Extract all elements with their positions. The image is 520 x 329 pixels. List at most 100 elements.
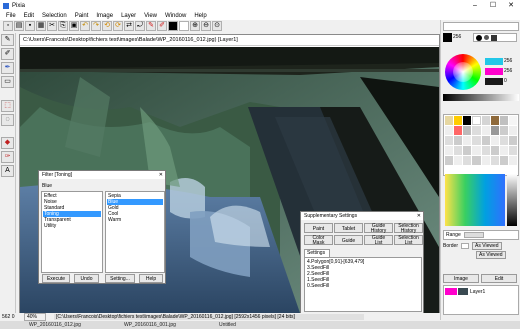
- menu-file[interactable]: File: [2, 13, 20, 19]
- selection-history-button[interactable]: Selection History: [394, 223, 423, 234]
- menu-window[interactable]: Window: [161, 13, 190, 19]
- effect-item[interactable]: Utility: [43, 223, 101, 229]
- undo-icon[interactable]: ↶: [80, 21, 90, 31]
- pen-icon[interactable]: ✎: [1, 34, 14, 46]
- execute-button[interactable]: Execute: [42, 274, 70, 283]
- rotate-icon[interactable]: ⤾: [135, 21, 145, 31]
- zoom-in-icon[interactable]: ⊕: [190, 21, 200, 31]
- range-row: Range: [443, 230, 519, 240]
- layer-thumbnail: [458, 288, 468, 295]
- airbrush-icon[interactable]: ✒: [1, 62, 14, 74]
- color-wheel[interactable]: [445, 54, 481, 90]
- menu-paint[interactable]: Paint: [71, 13, 93, 19]
- status-bar: 562 0 40% [C:\Users\Francois\Desktop\fic…: [0, 313, 440, 321]
- setting-button[interactable]: Setting...: [105, 274, 135, 283]
- print-icon[interactable]: ▦: [36, 21, 46, 31]
- supp-dialog-title-text: Supplementary Settings: [304, 213, 358, 219]
- as-viewed-button-2[interactable]: As Viewed: [476, 251, 506, 259]
- layer-color-mask[interactable]: [445, 288, 457, 295]
- value-strip[interactable]: [507, 174, 517, 226]
- menu-view[interactable]: View: [140, 13, 161, 19]
- color-swatch-dark[interactable]: [485, 78, 503, 85]
- supplementary-dialog: Supplementary Settings ✕ Paint Tablet Gu…: [300, 211, 424, 314]
- fill-tool-icon[interactable]: ◆: [1, 137, 14, 149]
- border-label: Border: [443, 242, 459, 249]
- selection-list-button[interactable]: Selection List: [394, 235, 423, 246]
- brush-icon[interactable]: ✐: [1, 48, 14, 60]
- filter-close-icon[interactable]: ✕: [159, 172, 165, 178]
- zoom-fit-icon[interactable]: ⊙: [212, 21, 222, 31]
- menu-edit[interactable]: Edit: [20, 13, 38, 19]
- supp-dialog-title: Supplementary Settings ✕: [301, 212, 423, 220]
- supp-close-icon[interactable]: ✕: [417, 213, 423, 219]
- open-icon[interactable]: ▤: [14, 21, 24, 31]
- range-field[interactable]: [463, 232, 484, 238]
- cut-icon[interactable]: ✂: [47, 21, 57, 31]
- tablet-button[interactable]: Tablet: [334, 223, 363, 233]
- as-viewed-button[interactable]: As Viewed: [472, 241, 502, 250]
- eraser-tool-icon[interactable]: ▭: [1, 76, 14, 88]
- doc-tab-2[interactable]: WP_20160116_001.jpg: [115, 322, 183, 329]
- zoom-ratio[interactable]: 40%: [24, 313, 46, 321]
- dropper-icon[interactable]: ✑: [1, 151, 14, 163]
- menu-selection[interactable]: Selection: [38, 13, 71, 19]
- color-mask-button[interactable]: Color Mask: [304, 235, 333, 246]
- color-swatch-magenta[interactable]: [485, 68, 503, 75]
- menu-help[interactable]: Help: [190, 13, 210, 19]
- save-icon[interactable]: ▪: [25, 21, 35, 31]
- redo-icon[interactable]: ↷: [91, 21, 101, 31]
- guide-list-button[interactable]: Guide List: [364, 235, 393, 246]
- copy-icon[interactable]: ⎘: [58, 21, 68, 31]
- tab-edit[interactable]: Edit: [481, 274, 517, 283]
- paint-button[interactable]: Paint: [304, 223, 333, 233]
- guide-button[interactable]: Guide: [334, 235, 363, 245]
- layer-name[interactable]: Layer1: [470, 289, 485, 295]
- brush-size-bar[interactable]: [443, 22, 519, 31]
- undo-all-icon[interactable]: ⟲: [102, 21, 112, 31]
- paste-icon[interactable]: ▣: [69, 21, 79, 31]
- eraser-icon[interactable]: ✐: [157, 21, 167, 31]
- history-list[interactable]: 4.Polygon[0,91]-[639,479] 3.SeedFill 2.S…: [304, 257, 422, 312]
- new-icon[interactable]: ▫: [3, 21, 13, 31]
- filter-dialog: Filter [Toning] ✕ Blue Effect Noise Stan…: [38, 170, 166, 284]
- border-row: Border As Viewed: [443, 241, 519, 250]
- selection-icon[interactable]: ⬚: [1, 100, 14, 112]
- square-brush-icon[interactable]: [491, 34, 497, 41]
- tab-settings[interactable]: Settings: [304, 249, 330, 257]
- layer-list[interactable]: Layer1: [443, 285, 519, 315]
- menu-layer[interactable]: Layer: [117, 13, 140, 19]
- brightness-bar[interactable]: [443, 94, 519, 101]
- brush-shapes[interactable]: [473, 33, 517, 42]
- fill-white-icon[interactable]: [179, 21, 189, 31]
- soft-brush-icon[interactable]: [484, 35, 489, 40]
- palette-grid[interactable]: [443, 114, 519, 176]
- tone-item[interactable]: Warm: [107, 217, 163, 223]
- text-tool-icon[interactable]: A: [1, 165, 14, 177]
- border-field[interactable]: [461, 242, 470, 249]
- value-b: 0: [504, 78, 507, 84]
- guide-history-button[interactable]: Guide History: [364, 223, 393, 234]
- minimize-icon[interactable]: –: [466, 0, 484, 11]
- flip-icon[interactable]: ⇄: [124, 21, 134, 31]
- pixia-window: Pixia – ☐ ✕ File Edit Selection Paint Im…: [0, 0, 520, 329]
- fill-black-icon[interactable]: [168, 21, 178, 31]
- filter-tone-list[interactable]: Sepia Blue Gold Cool Warm: [105, 191, 165, 273]
- undo-button[interactable]: Undo: [74, 274, 99, 283]
- tab-image[interactable]: Image: [443, 274, 479, 283]
- doc-tab-1[interactable]: WP_20160116_012.jpg: [20, 322, 88, 329]
- round-brush-icon[interactable]: [476, 34, 482, 41]
- fg-swatch[interactable]: [443, 33, 452, 42]
- maximize-icon[interactable]: ☐: [484, 0, 502, 11]
- close-icon[interactable]: ✕: [502, 0, 520, 11]
- help-button[interactable]: Help: [139, 274, 163, 283]
- brush-red-icon[interactable]: ✎: [146, 21, 156, 31]
- color-swatch-cyan[interactable]: [485, 58, 503, 65]
- menu-image[interactable]: Image: [92, 13, 117, 19]
- lasso-icon[interactable]: ◌: [1, 114, 14, 126]
- history-item[interactable]: 0.SeedFill: [306, 283, 420, 289]
- filter-effect-list[interactable]: Effect Noise Standard Toning Transparent…: [41, 191, 103, 273]
- redo-all-icon[interactable]: ⟳: [113, 21, 123, 31]
- doc-tab-3[interactable]: Untitled: [210, 322, 278, 329]
- color-gradient-picker[interactable]: [445, 174, 505, 226]
- zoom-out-icon[interactable]: ⊖: [201, 21, 211, 31]
